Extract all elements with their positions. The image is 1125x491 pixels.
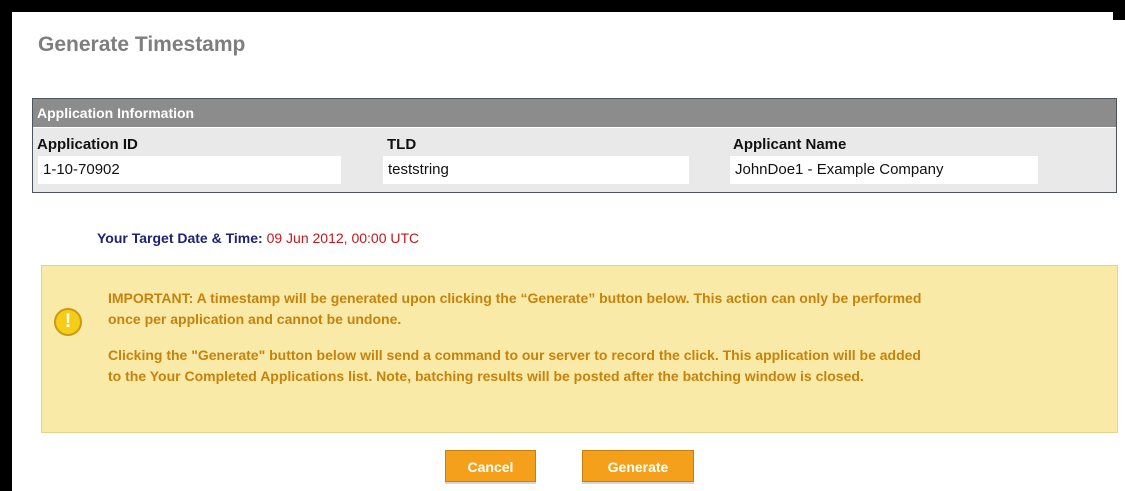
notice-paragraph-1: IMPORTANT: A timestamp will be generated…	[108, 288, 1103, 330]
target-date-label: Your Target Date & Time:	[97, 230, 263, 246]
target-date-value: 09 Jun 2012, 00:00 UTC	[266, 230, 420, 246]
important-notice: ! IMPORTANT: A timestamp will be generat…	[41, 265, 1118, 433]
application-id-label: Application ID	[37, 136, 138, 153]
application-id-field: 1-10-70902	[38, 156, 341, 184]
tld-label: TLD	[387, 136, 417, 153]
notice-line: Clicking the "Generate" button below wil…	[108, 347, 921, 363]
window-frame-right	[1113, 0, 1125, 20]
tld-field: teststring	[383, 156, 689, 184]
window-frame-left	[0, 0, 12, 491]
applicant-name-field: JohnDoe1 - Example Company	[730, 156, 1038, 184]
notice-line: once per application and cannot be undon…	[108, 311, 402, 327]
application-info-panel: Application Information Application ID 1…	[32, 98, 1117, 193]
page-title: Generate Timestamp	[38, 33, 246, 56]
notice-paragraph-2: Clicking the "Generate" button below wil…	[108, 345, 1103, 387]
exclamation-icon: !	[54, 308, 82, 336]
window-frame-top	[0, 0, 1125, 12]
generate-button[interactable]: Generate	[582, 450, 694, 482]
notice-line: to the Your Completed Applications list.…	[108, 368, 864, 384]
application-info-header: Application Information	[33, 99, 1116, 128]
cancel-button[interactable]: Cancel	[445, 450, 536, 482]
applicant-name-label: Applicant Name	[733, 136, 847, 153]
notice-line: IMPORTANT: A timestamp will be generated…	[108, 290, 922, 306]
target-date-line: Your Target Date & Time: 09 Jun 2012, 00…	[97, 230, 419, 246]
